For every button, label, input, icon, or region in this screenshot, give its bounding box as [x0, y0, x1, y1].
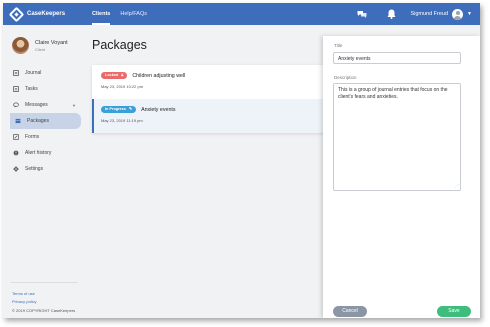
sidebar-menu: Journal Tasks Messages ▼ Packages Forms	[3, 65, 84, 177]
package-edit-panel: Title Anxiety events Description This is…	[323, 36, 480, 318]
profile-name: Claire Voyant	[35, 39, 68, 46]
package-item[interactable]: In Progress ✎ Anxiety events May 23, 201…	[92, 99, 327, 133]
status-label: In Progress	[105, 107, 126, 111]
avatar	[12, 37, 29, 54]
sidebar-item-label: Packages	[27, 118, 49, 124]
description-textarea[interactable]: This is a group of journal entries that …	[333, 83, 461, 191]
sidebar-item-journal[interactable]: Journal	[3, 65, 81, 81]
sidebar-item-label: Journal	[25, 70, 42, 76]
edit-icon: ✎	[128, 107, 133, 111]
logo-icon	[8, 6, 25, 22]
package-item[interactable]: Locked 🔒︎ Children adjusting well May 23…	[92, 65, 327, 99]
copyright: © 2019 COPYRIGHT CaseKeepers	[12, 308, 76, 313]
sidebar-item-tasks[interactable]: Tasks	[3, 81, 81, 97]
sidebar-footer: Terms of use Privacy policy © 2019 COPYR…	[12, 291, 75, 313]
chevron-down-icon[interactable]: ▼	[467, 11, 472, 17]
sidebar-item-forms[interactable]: Forms	[3, 129, 81, 145]
app-name: CaseKeepers	[27, 11, 66, 17]
sidebar-item-label: Alert history	[25, 150, 52, 156]
status-label: Locked	[105, 73, 119, 77]
sidebar-item-packages[interactable]: Packages	[10, 113, 81, 129]
sidebar-item-messages[interactable]: Messages ▼	[3, 97, 81, 113]
client-profile[interactable]: Claire Voyant Client	[3, 25, 84, 58]
sidebar-item-label: Settings	[25, 166, 44, 172]
profile-role: Client	[35, 46, 46, 52]
chevron-down-icon[interactable]: ▼	[72, 103, 76, 108]
form-icon	[13, 134, 19, 140]
app-window: CaseKeepers Clients Help/FAQs Sigmund Fr…	[3, 3, 480, 318]
alert-icon	[13, 150, 19, 156]
package-date: May 23, 2019 11:19 pm	[101, 118, 143, 123]
package-title: Children adjusting well	[132, 72, 186, 79]
title-label: Title	[334, 43, 343, 48]
sidebar-divider	[11, 282, 78, 283]
checklist-icon	[13, 86, 19, 92]
resize-handle-icon[interactable]: ⋰	[455, 182, 459, 189]
chat-icon[interactable]	[357, 10, 367, 18]
terms-link[interactable]: Terms of use	[12, 291, 75, 296]
logo[interactable]: CaseKeepers	[8, 6, 66, 22]
save-button[interactable]: Save	[437, 306, 471, 317]
sidebar-item-settings[interactable]: Settings	[3, 161, 81, 177]
chat-icon	[13, 102, 19, 108]
sidebar-item-label: Tasks	[25, 86, 38, 92]
privacy-link[interactable]: Privacy policy	[12, 299, 75, 304]
nav-clients[interactable]: Clients	[87, 3, 115, 25]
sidebar: Claire Voyant Client Journal Tasks Messa…	[3, 25, 84, 318]
package-title: Anxiety events	[141, 106, 176, 113]
sidebar-item-alert-history[interactable]: Alert history	[3, 145, 81, 161]
sidebar-item-label: Forms	[25, 134, 40, 140]
book-icon	[13, 70, 19, 76]
description-text: This is a group of journal entries that …	[338, 87, 448, 100]
package-icon	[15, 118, 21, 124]
sidebar-item-label: Messages	[25, 102, 48, 108]
nav-help-faqs[interactable]: Help/FAQs	[115, 3, 152, 25]
status-badge: In Progress ✎	[101, 106, 137, 113]
title-input[interactable]: Anxiety events	[333, 52, 461, 64]
page-title: Packages	[92, 38, 147, 52]
bell-icon[interactable]	[387, 9, 396, 19]
status-badge: Locked 🔒︎	[101, 72, 128, 79]
package-list: Locked 🔒︎ Children adjusting well May 23…	[92, 65, 327, 133]
top-right: Sigmund Freud ▼	[357, 8, 472, 20]
description-label: Description	[334, 75, 357, 80]
package-date: May 23, 2019 10:22 pm	[101, 84, 144, 89]
top-nav: Clients Help/FAQs	[87, 3, 152, 25]
user-name[interactable]: Sigmund Freud	[410, 11, 448, 17]
user-avatar[interactable]	[452, 8, 464, 20]
lock-icon: 🔒︎	[121, 73, 124, 77]
gear-icon	[13, 166, 19, 172]
cancel-button[interactable]: Cancel	[333, 306, 367, 317]
top-bar: CaseKeepers Clients Help/FAQs Sigmund Fr…	[3, 3, 480, 25]
